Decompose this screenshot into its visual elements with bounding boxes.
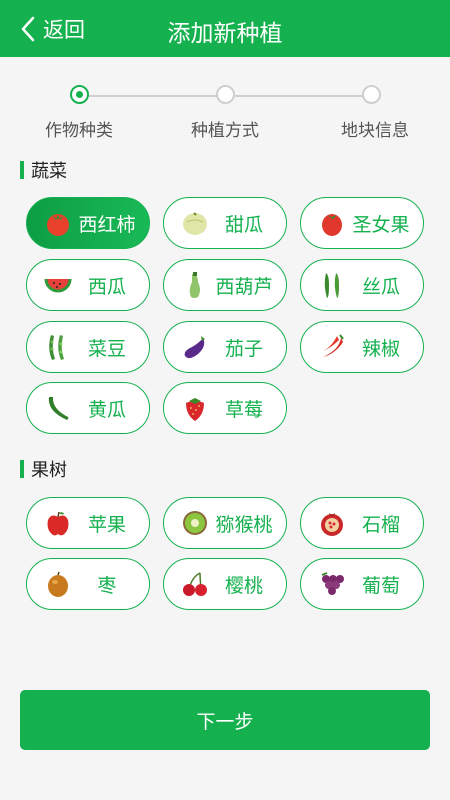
crop-option-label: 西红柿 xyxy=(78,213,136,236)
step-label-crop-type: 作物种类 xyxy=(45,121,113,141)
step-label-planting-method: 种植方式 xyxy=(191,121,259,141)
crop-option-label: 苹果 xyxy=(87,513,126,536)
section-title: 蔬菜 xyxy=(31,161,67,182)
crop-option-label: 草莓 xyxy=(224,398,263,421)
cherry-tomato-icon xyxy=(317,208,347,238)
crop-option-label: 菜豆 xyxy=(87,337,126,360)
crop-option-apple[interactable]: 苹果 xyxy=(26,497,150,549)
crop-option-label: 樱桃 xyxy=(224,574,263,597)
section-header-fruit-trees: 果树 xyxy=(20,456,67,482)
step-dot-plot-info xyxy=(362,85,381,104)
section-header-vegetables: 蔬菜 xyxy=(20,157,67,183)
crop-option-label: 猕猴桃 xyxy=(215,513,273,536)
crop-option-label: 辣椒 xyxy=(361,337,400,360)
crop-option-label: 石榴 xyxy=(361,513,400,536)
crop-option-melon[interactable]: 甜瓜 xyxy=(163,197,287,249)
crop-option-eggplant[interactable]: 茄子 xyxy=(163,321,287,373)
melon-icon xyxy=(180,208,210,238)
crop-option-jujube[interactable]: 枣 xyxy=(26,558,150,610)
crop-option-label: 茄子 xyxy=(224,337,263,360)
step-dot-planting-method xyxy=(216,85,235,104)
crop-option-label: 枣 xyxy=(97,574,117,597)
crop-option-kiwi[interactable]: 猕猴桃 xyxy=(163,497,287,549)
next-step-button[interactable]: 下一步 xyxy=(20,690,430,750)
crop-option-grape[interactable]: 葡萄 xyxy=(300,558,424,610)
strawberry-icon xyxy=(180,393,210,423)
kiwi-icon xyxy=(180,508,210,538)
step-dot-crop-type xyxy=(70,85,89,104)
section-title: 果树 xyxy=(31,460,67,481)
loofah-icon xyxy=(317,270,347,300)
crop-option-label: 圣女果 xyxy=(352,213,410,236)
step-label-plot-info: 地块信息 xyxy=(341,121,409,141)
apple-icon xyxy=(43,508,73,538)
crop-option-label: 丝瓜 xyxy=(361,275,400,298)
zucchini-icon xyxy=(180,270,210,300)
app-header: 返回 添加新种植 xyxy=(0,0,450,57)
crop-option-label: 西葫芦 xyxy=(215,275,273,298)
cucumber-icon xyxy=(43,393,73,423)
crop-option-chili[interactable]: 辣椒 xyxy=(300,321,424,373)
crop-option-cherry[interactable]: 樱桃 xyxy=(163,558,287,610)
jujube-icon xyxy=(43,569,73,599)
section-accent-bar xyxy=(20,161,24,179)
crop-option-watermelon[interactable]: 西瓜 xyxy=(26,259,150,311)
chili-icon xyxy=(317,332,347,362)
step-indicator: 作物种类 种植方式 地块信息 xyxy=(0,84,450,144)
crop-option-label: 西瓜 xyxy=(87,275,126,298)
pomegranate-icon xyxy=(317,508,347,538)
tomato-icon xyxy=(43,208,73,238)
crop-option-bean[interactable]: 菜豆 xyxy=(26,321,150,373)
watermelon-icon xyxy=(43,270,73,300)
step-connector xyxy=(235,95,363,97)
crop-option-label: 黄瓜 xyxy=(87,398,126,421)
eggplant-icon xyxy=(180,332,210,362)
crop-option-strawberry[interactable]: 草莓 xyxy=(163,382,287,434)
crop-option-pomegranate[interactable]: 石榴 xyxy=(300,497,424,549)
page-title: 添加新种植 xyxy=(167,21,283,47)
step-connector xyxy=(89,95,217,97)
crop-option-tomato[interactable]: 西红柿 xyxy=(26,197,150,249)
crop-option-loofah[interactable]: 丝瓜 xyxy=(300,259,424,311)
crop-option-cucumber[interactable]: 黄瓜 xyxy=(26,382,150,434)
crop-option-label: 甜瓜 xyxy=(224,213,263,236)
grape-icon xyxy=(317,569,347,599)
crop-option-zucchini[interactable]: 西葫芦 xyxy=(163,259,287,311)
bean-icon xyxy=(43,332,73,362)
crop-option-cherry-tomato[interactable]: 圣女果 xyxy=(300,197,424,249)
cherry-icon xyxy=(180,569,210,599)
section-accent-bar xyxy=(20,460,24,478)
crop-option-label: 葡萄 xyxy=(361,574,400,597)
